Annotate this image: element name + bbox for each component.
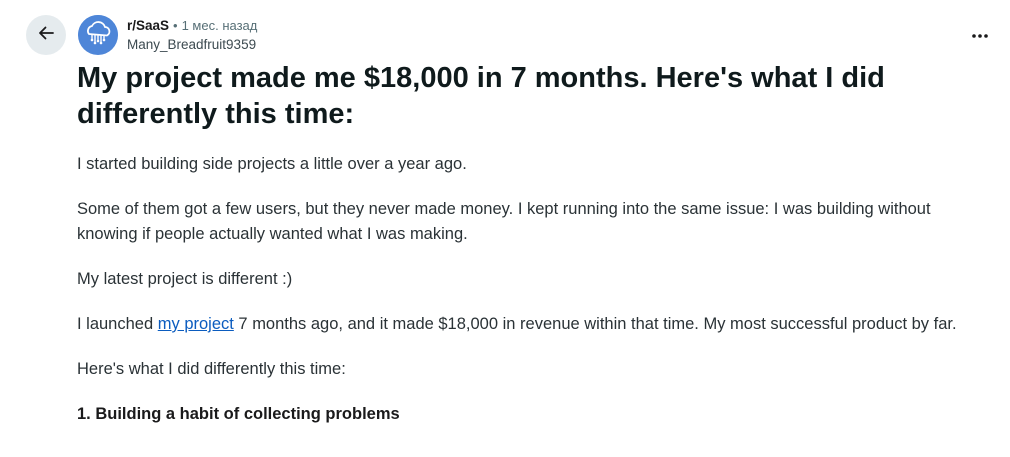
paragraph-4: I launched my project 7 months ago, and … — [77, 312, 992, 337]
back-button[interactable] — [26, 15, 66, 55]
post-meta: r/SaaS • 1 мес. назад Many_Breadfruit935… — [127, 16, 257, 54]
author-link[interactable]: Many_Breadfruit9359 — [127, 35, 257, 54]
subreddit-link[interactable]: r/SaaS — [127, 16, 169, 35]
more-options-button[interactable] — [962, 20, 998, 50]
arrow-left-icon — [36, 23, 56, 48]
meta-line: r/SaaS • 1 мес. назад — [127, 16, 257, 35]
post-page: r/SaaS • 1 мес. назад Many_Breadfruit935… — [0, 0, 1010, 457]
paragraph-5: Here's what I did differently this time: — [77, 360, 346, 378]
paragraph-4-start: I launched — [77, 315, 158, 333]
paragraph-3: My latest project is different :) — [77, 270, 293, 288]
ellipsis-icon — [971, 26, 989, 44]
paragraph-4-end: 7 months ago, and it made $18,000 in rev… — [233, 315, 957, 333]
subreddit-avatar[interactable] — [78, 15, 118, 55]
paragraph-2: Some of them got a few users, but they n… — [77, 200, 931, 243]
cloud-circuit-icon — [78, 15, 118, 55]
paragraph-1: I started building side projects a littl… — [77, 155, 467, 173]
meta-separator: • — [173, 18, 178, 33]
section-heading: 1. Building a habit of collecting proble… — [77, 405, 400, 423]
project-link[interactable]: my project — [158, 315, 234, 333]
post-timestamp: 1 мес. назад — [181, 18, 258, 33]
post-body: I started building side projects a littl… — [77, 152, 992, 427]
post-title: My project made me $18,000 in 7 months. … — [77, 62, 885, 130]
